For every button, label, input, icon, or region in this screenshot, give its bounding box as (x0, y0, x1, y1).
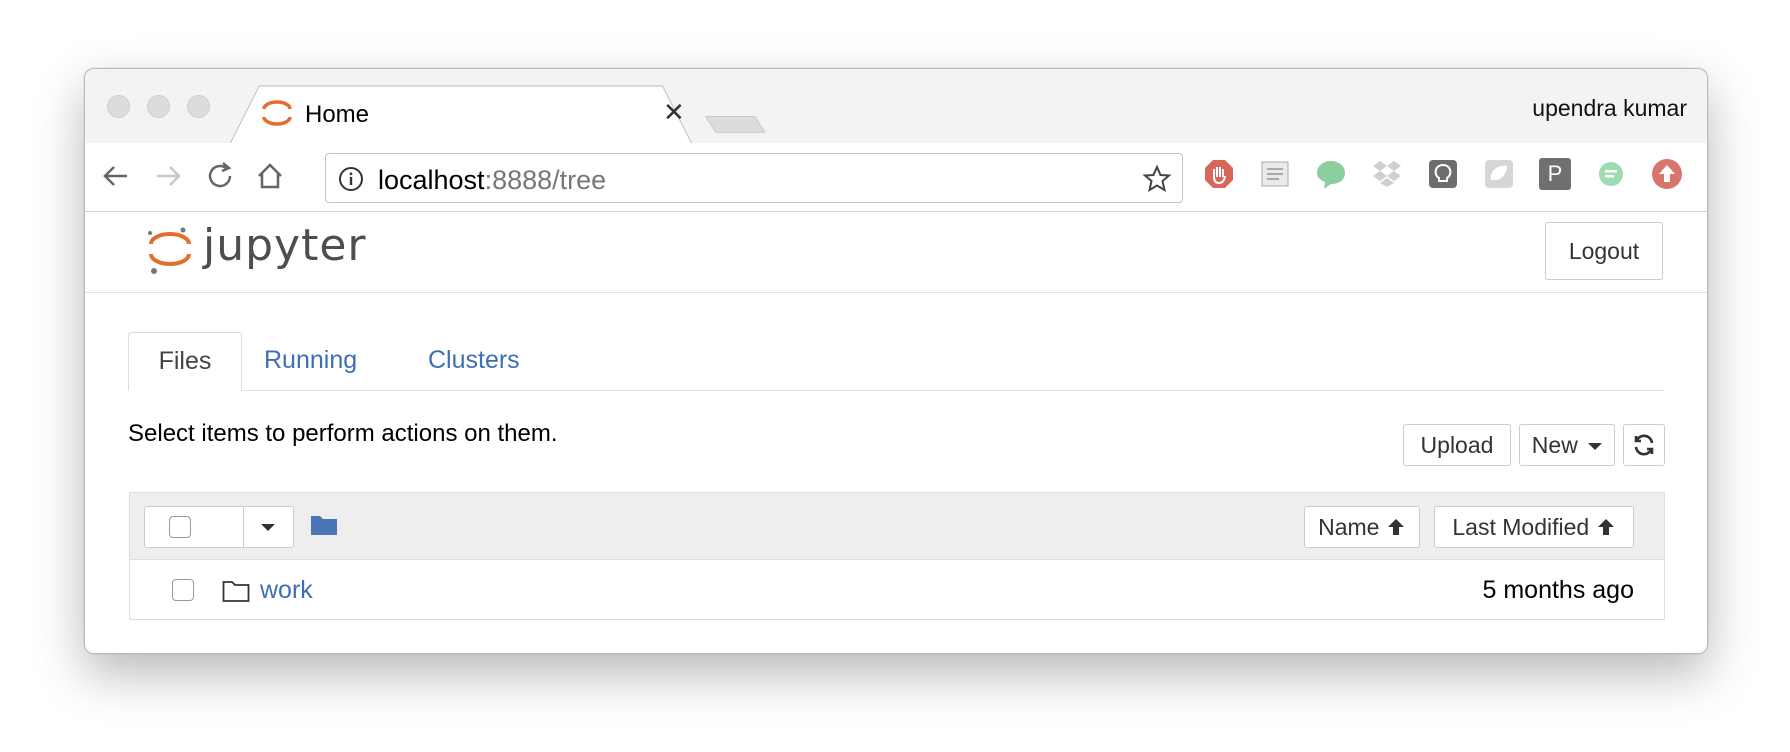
main-tabs: Files Running Clusters (128, 332, 1664, 391)
chat-bubble-icon[interactable] (1315, 158, 1347, 190)
refresh-button[interactable] (1623, 424, 1665, 466)
jupyter-page: jupyter Logout Files Running Clusters Se… (85, 212, 1707, 653)
upload-icon[interactable] (1651, 158, 1683, 190)
minimize-window-button[interactable] (147, 95, 170, 118)
row-checkbox[interactable] (172, 579, 194, 601)
caret-down-icon (1588, 443, 1603, 451)
item-modified: 5 months ago (1482, 576, 1635, 604)
jupyter-logo-text[interactable]: jupyter (203, 220, 367, 271)
file-list-header: Name Last Modified (130, 493, 1664, 560)
caret-down-icon[interactable] (261, 524, 275, 531)
reload-icon[interactable] (203, 159, 237, 193)
arrow-up-icon (1596, 517, 1616, 537)
bookmark-star-icon[interactable] (1142, 164, 1172, 194)
tab-close-icon[interactable]: ✕ (663, 97, 685, 128)
lightbulb-icon[interactable] (1427, 158, 1459, 190)
close-window-button[interactable] (107, 95, 130, 118)
dropbox-icon[interactable] (1371, 158, 1403, 190)
file-list: Name Last Modified work 5 months ago (129, 492, 1665, 620)
profile-name[interactable]: upendra kumar (1532, 95, 1687, 122)
info-icon[interactable] (338, 166, 364, 192)
item-name-link[interactable]: work (260, 576, 313, 605)
new-label: New (1531, 432, 1578, 458)
folder-outline-icon (222, 579, 250, 603)
browser-toolbar: localhost:8888/tree P (85, 143, 1707, 212)
browser-window: Home ✕ upendra kumar localhost:8888/tree (84, 68, 1708, 654)
notes-icon[interactable] (1259, 158, 1291, 190)
tab-title: Home (305, 101, 370, 128)
new-dropdown-button[interactable]: New (1519, 424, 1615, 466)
logout-button[interactable]: Logout (1545, 222, 1663, 280)
jupyter-header: jupyter Logout (85, 212, 1707, 293)
sort-name-label: Name (1318, 514, 1380, 540)
forward-arrow-icon[interactable] (151, 159, 185, 193)
sort-by-modified-button[interactable]: Last Modified (1434, 506, 1634, 548)
folder-icon[interactable] (310, 513, 338, 537)
back-arrow-icon[interactable] (99, 159, 133, 193)
cloud-icon[interactable] (1483, 158, 1515, 190)
jupyter-favicon-icon (261, 97, 293, 129)
address-bar[interactable]: localhost:8888/tree (325, 153, 1183, 203)
adblock-icon[interactable] (1203, 158, 1235, 190)
sort-modified-label: Last Modified (1452, 514, 1590, 540)
p-icon[interactable]: P (1539, 158, 1571, 190)
new-tab-button (704, 115, 766, 133)
tab-strip: Home ✕ upendra kumar (85, 69, 1707, 144)
sort-by-name-button[interactable]: Name (1304, 506, 1420, 548)
tab-files[interactable]: Files (128, 332, 242, 391)
home-icon[interactable] (253, 159, 287, 193)
zoom-window-button[interactable] (187, 95, 210, 118)
tab-clusters[interactable]: Clusters (428, 332, 520, 390)
select-all-dropdown[interactable] (144, 506, 294, 548)
upload-button[interactable]: Upload (1403, 424, 1511, 466)
instructions-text: Select items to perform actions on them. (128, 420, 558, 447)
tab-running[interactable]: Running (264, 332, 357, 390)
select-all-checkbox[interactable] (169, 516, 191, 538)
chat-green-icon[interactable] (1595, 158, 1627, 190)
url-text: localhost:8888/tree (378, 165, 607, 195)
jupyter-logo-icon[interactable] (145, 222, 195, 278)
refresh-icon (1632, 433, 1656, 457)
arrow-up-icon (1386, 517, 1406, 537)
